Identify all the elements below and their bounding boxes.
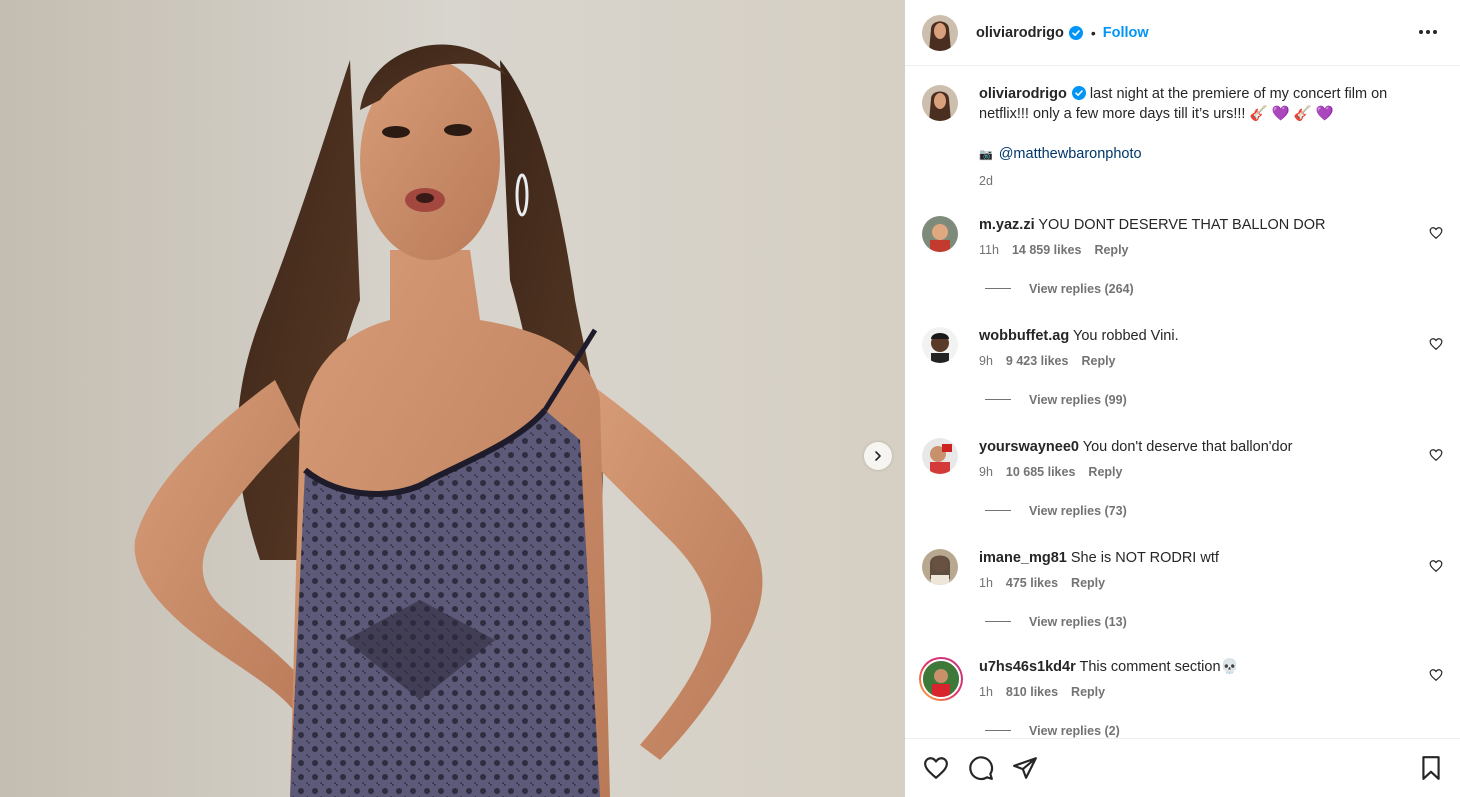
comment-likes[interactable]: 810 likes: [1006, 685, 1058, 699]
comment-text: u7hs46s1kd4r This comment section💀: [979, 657, 1419, 677]
commenter-avatar[interactable]: [922, 438, 958, 474]
comment-like-heart-icon[interactable]: [1429, 668, 1443, 682]
comment-body: You robbed Vini.: [1073, 328, 1179, 344]
header-separator: •: [1090, 24, 1096, 41]
comment-icon[interactable]: [968, 755, 994, 781]
commenter-avatar[interactable]: [922, 549, 958, 585]
comment-body: You don't deserve that ballon'dor: [1082, 439, 1293, 455]
post-media[interactable]: [0, 0, 905, 797]
comment-item: yourswaynee0 You don't deserve that ball…: [922, 437, 1447, 533]
replies-divider: [985, 399, 1011, 400]
comment-reply-button[interactable]: Reply: [1081, 354, 1115, 368]
comment-text: imane_mg81 She is NOT RODRI wtf: [979, 548, 1419, 568]
replies-divider: [985, 510, 1011, 511]
next-image-button[interactable]: [864, 442, 892, 470]
view-replies-button[interactable]: View replies (264): [985, 282, 1134, 296]
comment-time[interactable]: 1h: [979, 576, 993, 590]
commenter-avatar-story-ring[interactable]: [919, 657, 963, 701]
comment-text: m.yaz.zi YOU DONT DESERVE THAT BALLON DO…: [979, 215, 1419, 235]
post-timestamp[interactable]: 2d: [979, 174, 993, 188]
comment-likes[interactable]: 10 685 likes: [1006, 465, 1076, 479]
post-photo: [0, 0, 905, 797]
credit-mention-link[interactable]: @matthewbaronphoto: [999, 146, 1142, 162]
photo-credit: 📷 @matthewbaronphoto: [979, 146, 1142, 162]
comment-item: wobbuffet.ag You robbed Vini. 9h 9 423 li…: [922, 326, 1447, 422]
comment-username[interactable]: m.yaz.zi: [979, 217, 1035, 233]
comment-username[interactable]: u7hs46s1kd4r: [979, 659, 1076, 675]
verified-badge-icon: [1068, 25, 1083, 40]
comment-reply-button[interactable]: Reply: [1088, 465, 1122, 479]
comment-likes[interactable]: 475 likes: [1006, 576, 1058, 590]
comment-like-heart-icon[interactable]: [1429, 226, 1443, 240]
heart-icon[interactable]: [923, 755, 949, 781]
follow-button[interactable]: Follow: [1103, 25, 1149, 41]
post-side-panel: oliviarodrigo • Follow oliviarodrigo las…: [905, 0, 1460, 797]
replies-divider: [985, 288, 1011, 289]
view-replies-label: View replies (2): [1029, 724, 1120, 738]
comment-like-heart-icon[interactable]: [1429, 448, 1443, 462]
comment-like-heart-icon[interactable]: [1429, 337, 1443, 351]
view-replies-label: View replies (13): [1029, 615, 1127, 629]
camera-icon: 📷: [979, 149, 993, 161]
comment-like-heart-icon[interactable]: [1429, 559, 1443, 573]
comment-reply-button[interactable]: Reply: [1094, 243, 1128, 257]
share-icon[interactable]: [1012, 755, 1038, 781]
comment-body: This comment section💀: [1079, 659, 1239, 675]
comment-body: YOU DONT DESERVE THAT BALLON DOR: [1038, 217, 1326, 233]
caption-text: oliviarodrigo last night at the premiere…: [979, 84, 1441, 124]
comment-meta: 9h 10 685 likes Reply: [979, 465, 1135, 479]
comment-time[interactable]: 11h: [979, 243, 999, 257]
view-replies-label: View replies (73): [1029, 504, 1127, 518]
comment-body: She is NOT RODRI wtf: [1070, 550, 1219, 566]
author-avatar[interactable]: [922, 14, 958, 51]
post-header: oliviarodrigo • Follow: [905, 0, 1460, 66]
chevron-right-icon: [875, 451, 881, 461]
comment-meta: 1h 810 likes Reply: [979, 685, 1118, 699]
comment-meta: 1h 475 likes Reply: [979, 576, 1118, 590]
comment-text: yourswaynee0 You don't deserve that ball…: [979, 437, 1419, 457]
replies-divider: [985, 621, 1011, 622]
comment-item: imane_mg81 She is NOT RODRI wtf 1h 475 li…: [922, 548, 1447, 644]
post-action-bar: [905, 738, 1460, 797]
comment-likes[interactable]: 14 859 likes: [1012, 243, 1082, 257]
comment-time[interactable]: 9h: [979, 465, 993, 479]
view-replies-label: View replies (264): [1029, 282, 1134, 296]
comment-time[interactable]: 1h: [979, 685, 993, 699]
verified-badge-icon: [1071, 86, 1086, 100]
view-replies-button[interactable]: View replies (99): [985, 393, 1127, 407]
commenter-avatar[interactable]: [922, 327, 958, 363]
commenter-avatar[interactable]: [922, 216, 958, 252]
more-options-icon[interactable]: [1416, 22, 1440, 42]
caption-avatar[interactable]: [922, 85, 958, 121]
view-replies-button[interactable]: View replies (13): [985, 615, 1127, 629]
comment-meta: 11h 14 859 likes Reply: [979, 243, 1142, 257]
author-username[interactable]: oliviarodrigo: [976, 25, 1064, 41]
comment-text: wobbuffet.ag You robbed Vini.: [979, 326, 1419, 346]
comment-meta: 9h 9 423 likes Reply: [979, 354, 1129, 368]
view-replies-button[interactable]: View replies (73): [985, 504, 1127, 518]
comment-username[interactable]: imane_mg81: [979, 550, 1067, 566]
bookmark-icon[interactable]: [1418, 755, 1444, 781]
comment-item: m.yaz.zi YOU DONT DESERVE THAT BALLON DO…: [922, 215, 1447, 311]
view-replies-label: View replies (99): [1029, 393, 1127, 407]
comment-reply-button[interactable]: Reply: [1071, 685, 1105, 699]
comment-time[interactable]: 9h: [979, 354, 993, 368]
comment-likes[interactable]: 9 423 likes: [1006, 354, 1069, 368]
view-replies-button[interactable]: View replies (2): [985, 724, 1120, 738]
comment-reply-button[interactable]: Reply: [1071, 576, 1105, 590]
caption-username[interactable]: oliviarodrigo: [979, 86, 1067, 102]
comment-username[interactable]: wobbuffet.ag: [979, 328, 1069, 344]
replies-divider: [985, 730, 1011, 731]
comment-username[interactable]: yourswaynee0: [979, 439, 1079, 455]
